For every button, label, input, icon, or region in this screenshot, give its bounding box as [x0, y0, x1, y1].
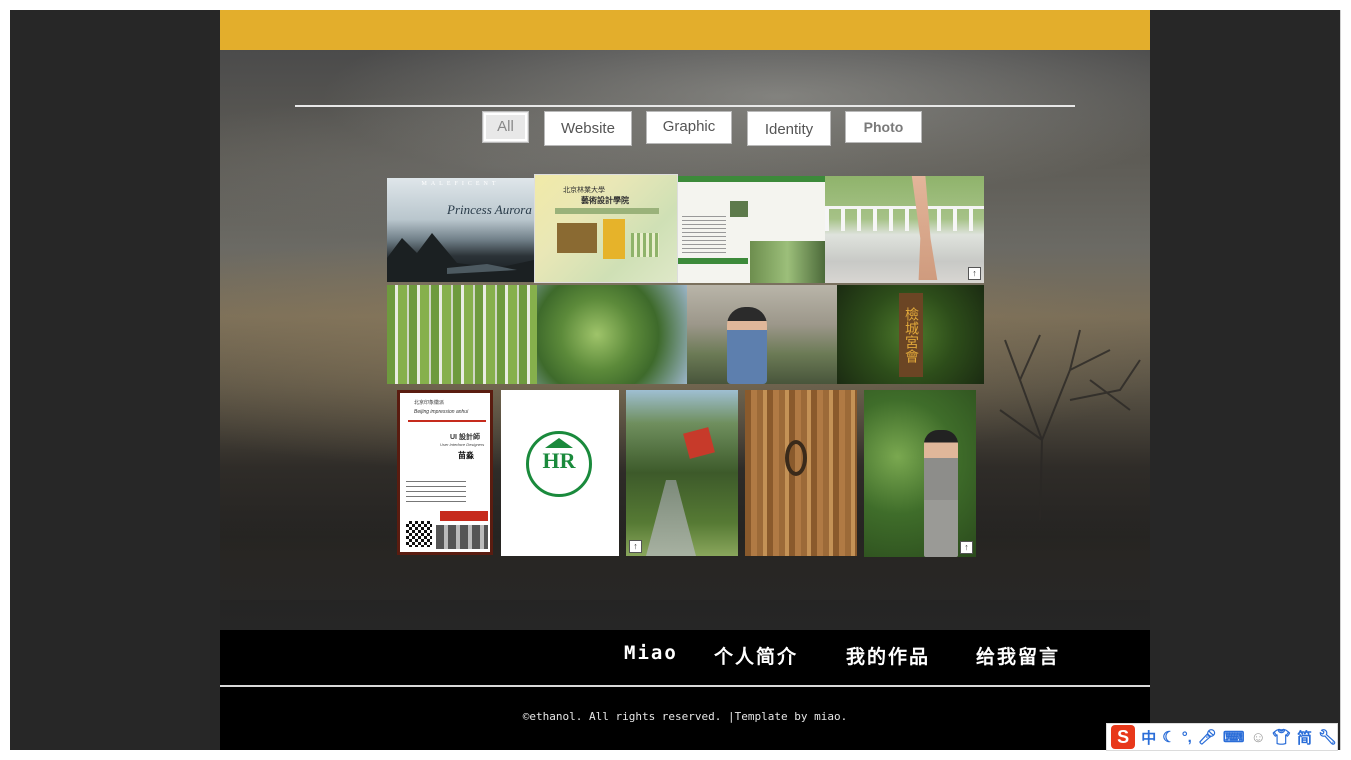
card-contact-lines [406, 481, 466, 505]
card-photo-strip [436, 525, 488, 549]
layout-photo-1 [730, 201, 748, 217]
railing [825, 206, 984, 231]
portfolio-item-photo-legs[interactable]: ↑ [825, 176, 984, 283]
card-role-en: User Interface Designers [440, 442, 485, 447]
user-icon[interactable]: ☺ [1251, 729, 1266, 746]
poster-rocks-graphic [387, 233, 534, 282]
qr-code-icon [406, 521, 432, 547]
filter-photo-button[interactable]: Photo [845, 111, 922, 143]
red-flag [683, 427, 715, 459]
nav-item-message[interactable]: 给我留言 [976, 642, 1060, 669]
sign-board: 檢城宮會 [899, 293, 923, 377]
filter-all-button[interactable]: All [482, 111, 529, 143]
card-company-en: Beijing impression anhui [414, 409, 469, 415]
portfolio-item-photo-birch-forest[interactable] [387, 285, 537, 384]
ime-language-toggle[interactable]: 中 [1141, 727, 1156, 748]
layout-green-band [678, 176, 825, 182]
card-person: 苗淼 [458, 451, 474, 460]
layout-photo-2 [750, 241, 825, 283]
sogou-logo-icon[interactable]: S [1111, 725, 1136, 749]
photo-badge-icon: ↑ [968, 267, 981, 280]
website-shape-grid [631, 233, 659, 257]
poster-title: Princess Aurora [447, 202, 532, 217]
top-accent-bar [220, 10, 1150, 50]
layout-text-lines [682, 216, 726, 254]
door-knocker-ring [785, 440, 807, 476]
portfolio-item-graphic-layout[interactable] [678, 176, 825, 283]
person-figure [727, 307, 767, 384]
footer: ©ethanol. All rights reserved. |Template… [220, 687, 1150, 750]
window-edge [1340, 10, 1341, 750]
ime-toolbar[interactable]: S 中 ☾ °, 🎤︎ ⌨ ☺ 👕︎ 简 🔧︎ [1106, 723, 1338, 751]
website-school-name: 北京林業大學 [563, 187, 605, 194]
bottom-navigation: Miao 个人简介 我的作品 给我留言 [220, 630, 1150, 685]
tree-silhouette [999, 329, 1141, 520]
ime-simplified-toggle[interactable]: 简 [1297, 727, 1312, 748]
footer-copyright: ©ethanol. All rights reserved. |Template… [522, 710, 848, 723]
filter-divider-line [295, 105, 1075, 107]
alley-path [646, 480, 696, 556]
page: All Website Graphic Identity Photo MALEF… [220, 10, 1150, 750]
filter-identity-button[interactable]: Identity [747, 111, 831, 146]
website-content-block [557, 223, 597, 253]
hr-logo-letters: HR [542, 448, 576, 473]
microphone-icon[interactable]: 🎤︎ [1198, 728, 1217, 746]
punctuation-icon[interactable]: °, [1182, 729, 1192, 746]
photo-badge-icon: ↑ [960, 541, 973, 554]
portfolio-item-photo-photographer[interactable] [687, 285, 837, 384]
shirt-icon[interactable]: 👕︎ [1272, 728, 1291, 746]
keyboard-icon[interactable]: ⌨ [1223, 728, 1245, 746]
portfolio-item-photo-leaves[interactable] [537, 285, 687, 384]
portfolio-item-website-design[interactable]: 北京林業大學 藝術設計學院 [534, 174, 678, 283]
portfolio-item-princess-aurora[interactable]: MALEFICENT Princess Aurora [387, 178, 534, 282]
card-red-banner [440, 511, 488, 521]
card-role: UI 設計師 [450, 434, 480, 441]
portfolio-item-photo-alley[interactable]: ↑ [626, 390, 738, 556]
nav-item-profile[interactable]: 个人简介 [714, 642, 798, 669]
card-red-rule [408, 420, 486, 422]
filter-graphic-button[interactable]: Graphic [646, 111, 732, 144]
wrench-icon[interactable]: 🔧︎ [1318, 728, 1337, 746]
website-shape-yellow [603, 219, 625, 259]
portfolio-item-business-card[interactable]: 北京印象徽派 Beijing impression anhui UI 設計師 U… [397, 390, 493, 555]
portfolio-item-photo-girl-ivy[interactable]: ↑ [864, 390, 976, 557]
website-college-name: 藝術設計學院 [581, 196, 629, 205]
browser-viewport: All Website Graphic Identity Photo MALEF… [10, 10, 1340, 750]
hr-logo-roof [545, 438, 573, 448]
layout-green-bottom [678, 258, 748, 264]
portfolio-item-photo-door-knocker[interactable] [745, 390, 857, 556]
girl-figure [924, 430, 958, 557]
portfolio-item-hr-logo[interactable]: HR [501, 390, 619, 556]
poster-top-text: MALEFICENT [421, 181, 500, 187]
nav-item-works[interactable]: 我的作品 [846, 642, 930, 669]
card-company: 北京印象徽派 [414, 400, 445, 406]
nav-brand-miao[interactable]: Miao [624, 642, 678, 664]
moon-icon[interactable]: ☾ [1162, 728, 1175, 746]
website-nav-strip [555, 208, 659, 214]
portfolio-item-photo-ivy-sign[interactable]: 檢城宮會 [837, 285, 984, 384]
filter-website-button[interactable]: Website [544, 111, 632, 146]
photo-badge-icon: ↑ [629, 540, 642, 553]
